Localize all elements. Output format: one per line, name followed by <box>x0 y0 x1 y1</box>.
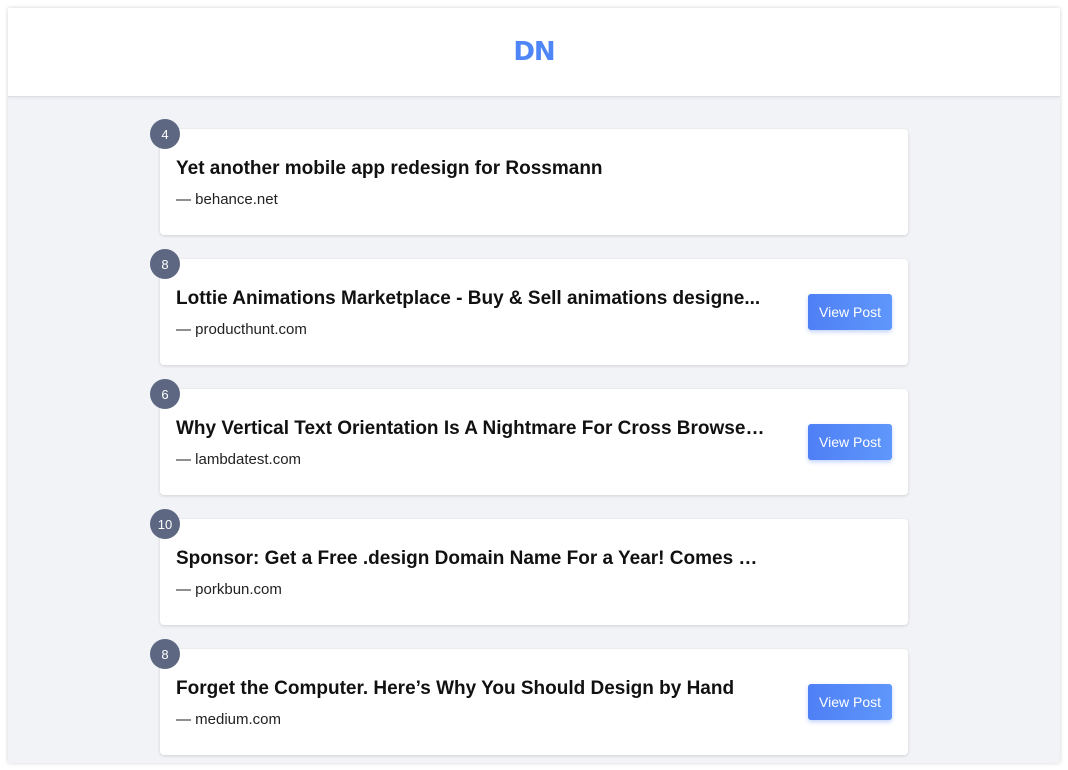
post-source: — producthunt.com <box>176 321 307 338</box>
vote-count-badge: 10 <box>150 509 180 539</box>
header: DN <box>8 8 1060 97</box>
app-frame: DN 4 Yet another mobile app redesign for… <box>8 8 1060 763</box>
post-title[interactable]: Sponsor: Get a Free .design Domain Name … <box>176 548 766 570</box>
post-card[interactable]: 4 Yet another mobile app redesign for Ro… <box>150 119 908 235</box>
post-title[interactable]: Why Vertical Text Orientation Is A Night… <box>176 418 766 440</box>
view-post-button[interactable]: View Post <box>808 684 892 720</box>
view-post-button[interactable]: View Post <box>808 294 892 330</box>
post-source: — porkbun.com <box>176 581 282 598</box>
post-card[interactable]: 6 Why Vertical Text Orientation Is A Nig… <box>150 379 908 495</box>
post-card[interactable]: 10 Sponsor: Get a Free .design Domain Na… <box>150 509 908 625</box>
post-source: — lambdatest.com <box>176 451 302 468</box>
post-title[interactable]: Yet another mobile app redesign for Ross… <box>176 158 766 180</box>
post-source: — medium.com <box>176 711 282 728</box>
post-title[interactable]: Lottie Animations Marketplace - Buy & Se… <box>176 288 766 310</box>
vote-count-badge: 8 <box>150 639 180 669</box>
post-title[interactable]: Forget the Computer. Here’s Why You Shou… <box>176 678 766 700</box>
post-source: — behance.net <box>176 191 278 208</box>
vote-count-badge: 8 <box>150 249 180 279</box>
view-post-button[interactable]: View Post <box>808 424 892 460</box>
post-card[interactable]: 8 Forget the Computer. Here’s Why You Sh… <box>150 639 908 755</box>
vote-count-badge: 4 <box>150 119 180 149</box>
logo[interactable]: DN <box>513 37 555 67</box>
vote-count-badge: 6 <box>150 379 180 409</box>
post-card[interactable]: 8 Lottie Animations Marketplace - Buy & … <box>150 249 908 365</box>
